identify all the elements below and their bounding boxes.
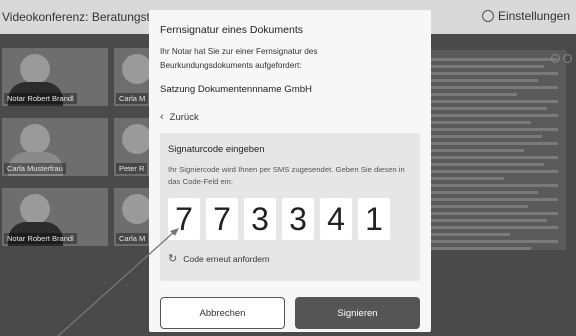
code-input-group: 7 7 3 3 4 1 [168,198,412,240]
remote-signature-dialog: Fernsignatur eines Dokuments Ihr Notar h… [149,10,431,332]
participant-name: Notar Robert Brandl [4,93,77,104]
video-tile[interactable]: Peter R [114,118,149,176]
document-controls [551,54,572,63]
back-label: Zurück [169,111,199,123]
gear-icon [481,10,494,22]
video-tile[interactable]: Carla M [114,48,149,106]
code-digit-field[interactable]: 4 [320,198,352,240]
panel-title: Signaturcode eingeben [168,143,265,154]
dialog-title: Fernsignatur eines Dokuments [160,24,303,36]
participant-name: Carla M [116,93,149,104]
app-title: Videokonferenz: Beratungstermin [2,10,152,24]
chevron-left-icon: ‹ [160,111,164,123]
dialog-intro: Ihr Notar hat Sie zur einer Fernsignatur… [160,47,318,70]
participant-name: Notar Robert Brandl [4,233,77,244]
panel-instructions: Ihr Signiercode wird Ihnen per SMS zuges… [168,165,405,186]
resend-label: Code erneut anfordern [183,253,270,264]
zoom-out-icon[interactable] [551,54,560,63]
refresh-icon: ↻ [168,253,178,265]
video-tile[interactable]: Carla M [114,188,149,246]
participant-avatar [20,194,50,224]
video-tile[interactable]: Notar Robert Brandl [2,48,108,106]
video-tile[interactable]: Notar Robert Brandl [2,188,108,246]
participant-avatar [20,54,50,84]
video-tile[interactable]: Carla Musterfrau [2,118,108,176]
code-digit-field[interactable]: 3 [244,198,276,240]
document-preview[interactable] [414,50,566,250]
participant-avatar [122,124,149,154]
settings-label: Einstellungen [497,9,570,23]
back-button[interactable]: ‹ Zurück [160,111,420,123]
zoom-in-icon[interactable] [563,54,572,63]
participant-name: Peter R [116,163,148,174]
settings-button[interactable]: Einstellungen [481,9,570,23]
participant-name: Carla Musterfrau [4,163,66,174]
code-digit-field[interactable]: 7 [206,198,238,240]
participant-avatar [122,54,149,84]
resend-code-link[interactable]: ↻ Code erneut anfordern [168,252,412,265]
participant-avatar [20,124,50,154]
document-name: Satzung Dokumentennname GmbH [160,84,312,95]
participant-name: Carla M [116,233,149,244]
participant-avatar [122,194,149,224]
sign-button[interactable]: Signieren [295,297,420,329]
cancel-button[interactable]: Abbrechen [160,297,285,329]
code-digit-field[interactable]: 1 [358,198,390,240]
code-digit-field[interactable]: 3 [282,198,314,240]
dialog-actions: Abbrechen Signieren [160,297,420,329]
code-digit-field[interactable]: 7 [168,198,200,240]
signature-code-panel: Signaturcode eingeben Ihr Signiercode wi… [160,133,420,281]
